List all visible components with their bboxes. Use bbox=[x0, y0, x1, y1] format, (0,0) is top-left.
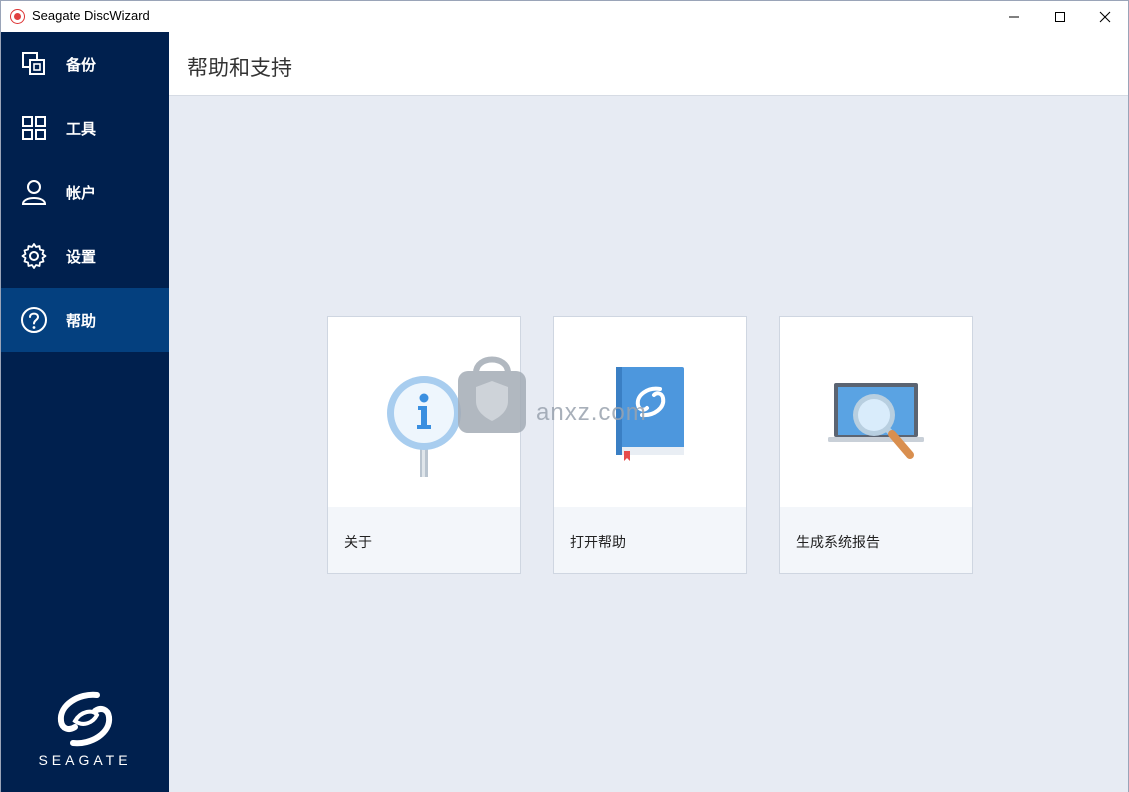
laptop-magnifier-icon bbox=[828, 383, 924, 459]
maximize-icon bbox=[1055, 11, 1065, 22]
logo-text: SEAGATE bbox=[38, 752, 132, 768]
sidebar-item-settings[interactable]: 设置 bbox=[1, 224, 169, 288]
card-label: 打开帮助 bbox=[570, 535, 626, 551]
seagate-swirl-icon bbox=[57, 691, 113, 747]
sidebar-item-label: 备份 bbox=[66, 55, 97, 74]
card-footer: 生成系统报告 bbox=[780, 507, 972, 573]
card-footer: 打开帮助 bbox=[554, 507, 746, 573]
sidebar: 备份 工具 帐户 设置 帮助 SEAGATE bbox=[1, 32, 169, 792]
card-label: 生成系统报告 bbox=[796, 535, 880, 551]
help-question-icon bbox=[21, 307, 47, 333]
app-logo-icon bbox=[10, 9, 25, 24]
backup-copy-icon bbox=[22, 52, 45, 75]
watermark: anxz.com bbox=[456, 353, 686, 437]
sidebar-item-label: 帐户 bbox=[66, 183, 97, 202]
card-label: 关于 bbox=[344, 535, 372, 551]
card-footer: 关于 bbox=[328, 507, 520, 573]
maximize-button[interactable] bbox=[1037, 1, 1083, 32]
sidebar-item-label: 帮助 bbox=[66, 311, 97, 330]
card-image bbox=[780, 317, 972, 507]
minimize-button[interactable] bbox=[991, 1, 1037, 32]
watermark-text: anxz.com bbox=[536, 399, 647, 426]
page-title: 帮助和支持 bbox=[187, 56, 292, 80]
user-account-icon bbox=[21, 180, 47, 205]
close-icon bbox=[1099, 11, 1111, 22]
sidebar-item-label: 设置 bbox=[66, 247, 97, 266]
gear-icon bbox=[21, 243, 47, 269]
app-window: Seagate DiscWizard 备份 工具 帐户 设置 帮助 SEAGAT… bbox=[0, 0, 1129, 792]
sidebar-item-help[interactable]: 帮助 bbox=[1, 288, 169, 352]
title-bar: Seagate DiscWizard bbox=[1, 1, 1128, 32]
window-title: Seagate DiscWizard bbox=[32, 8, 150, 23]
sidebar-item-backup[interactable]: 备份 bbox=[1, 32, 169, 96]
seagate-logo: SEAGATE bbox=[1, 687, 169, 777]
shield-lock-icon bbox=[458, 356, 526, 433]
tools-grid-icon bbox=[22, 116, 46, 140]
sidebar-item-account[interactable]: 帐户 bbox=[1, 160, 169, 224]
page-header: 帮助和支持 bbox=[169, 32, 1128, 96]
sidebar-item-tools[interactable]: 工具 bbox=[1, 96, 169, 160]
sidebar-item-label: 工具 bbox=[66, 119, 97, 138]
info-sign-icon bbox=[387, 376, 461, 477]
close-button[interactable] bbox=[1082, 1, 1128, 32]
minimize-icon bbox=[1009, 16, 1019, 17]
system-report-card[interactable]: 生成系统报告 bbox=[779, 316, 973, 574]
